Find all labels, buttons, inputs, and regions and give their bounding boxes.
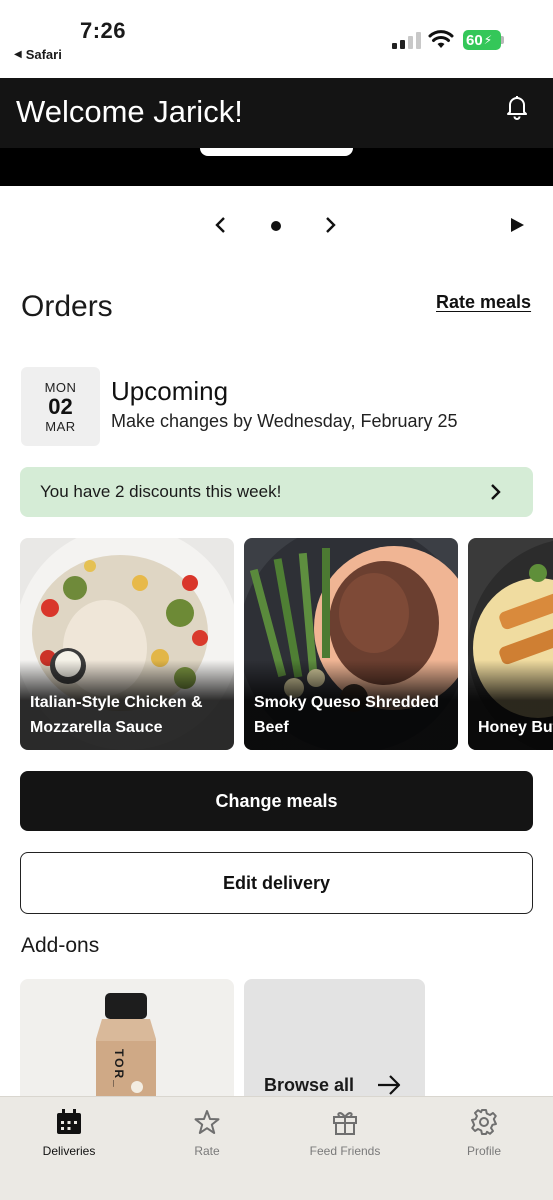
browse-all-card[interactable]: Browse all bbox=[244, 979, 425, 1099]
meal-name: Honey Butter Breast bbox=[478, 719, 553, 736]
delivery-date-card: MON 02 MAR bbox=[21, 367, 100, 446]
tab-profile[interactable]: Profile bbox=[415, 1097, 553, 1200]
play-icon bbox=[511, 218, 524, 232]
meal-card[interactable]: Honey Butter Breast bbox=[468, 538, 553, 750]
app-header: Welcome Jarick! bbox=[0, 78, 553, 148]
tab-feed-friends[interactable]: Feed Friends bbox=[276, 1097, 414, 1200]
order-deadline-text: Make changes by Wednesday, February 25 bbox=[111, 411, 458, 431]
chevron-left-icon bbox=[215, 217, 225, 233]
tab-label: Deliveries bbox=[42, 1144, 96, 1158]
tab-label: Rate bbox=[194, 1144, 220, 1158]
rate-meals-link[interactable]: Rate meals bbox=[436, 292, 531, 313]
carousel-next-button[interactable] bbox=[310, 205, 350, 245]
star-icon bbox=[194, 1110, 220, 1134]
edit-delivery-button[interactable]: Edit delivery bbox=[20, 852, 533, 914]
chevron-right-icon bbox=[326, 217, 336, 233]
battery-level: 60 bbox=[466, 31, 483, 49]
tab-label: Profile bbox=[466, 1144, 501, 1158]
hero-banner-pill bbox=[200, 148, 353, 156]
addon-bottle-label: TOR_ bbox=[112, 1049, 126, 1089]
welcome-title: Welcome Jarick! bbox=[16, 94, 243, 129]
tab-deliveries[interactable]: Deliveries bbox=[0, 1097, 138, 1200]
gift-icon bbox=[333, 1112, 357, 1135]
battery-tip bbox=[501, 36, 504, 44]
addon-card[interactable]: TOR_ bbox=[20, 979, 234, 1099]
meal-name: Italian-Style Chicken & Mozzarella Sauce bbox=[30, 694, 203, 736]
delivery-month: MAR bbox=[45, 418, 76, 434]
meal-card[interactable]: Smoky Queso Shredded Beef bbox=[244, 538, 458, 750]
bell-icon[interactable] bbox=[503, 93, 531, 121]
orders-title: Orders bbox=[21, 290, 113, 323]
gear-icon bbox=[471, 1109, 497, 1135]
wifi-icon bbox=[428, 30, 454, 48]
meal-carousel[interactable]: Italian-Style Chicken & Mozzarella Sauce… bbox=[0, 538, 553, 750]
meal-card[interactable]: Italian-Style Chicken & Mozzarella Sauce bbox=[20, 538, 234, 750]
charging-bolt-icon: ⚡ bbox=[483, 33, 493, 47]
back-to-app-link[interactable]: ◀ Safari bbox=[14, 47, 62, 62]
status-bar: 7:26 ◀ Safari 60 ⚡ bbox=[0, 0, 553, 78]
discount-text: You have 2 discounts this week! bbox=[40, 482, 282, 501]
order-status-title: Upcoming bbox=[111, 376, 229, 406]
status-time: 7:26 bbox=[80, 18, 127, 43]
back-triangle-icon: ◀ bbox=[14, 49, 22, 60]
browse-all-label: Browse all bbox=[264, 1075, 355, 1095]
chevron-right-icon bbox=[491, 484, 501, 500]
carousel-prev-button[interactable] bbox=[201, 205, 241, 245]
meal-name: Smoky Queso Shredded Beef bbox=[254, 694, 439, 736]
carousel-dot[interactable] bbox=[271, 221, 281, 231]
addons-title: Add-ons bbox=[21, 934, 100, 957]
bottom-tab-bar: Deliveries Rate Feed Friends Profile bbox=[0, 1096, 553, 1200]
arrow-right-icon bbox=[378, 1075, 401, 1095]
discount-banner[interactable]: You have 2 discounts this week! bbox=[20, 467, 533, 517]
tab-rate[interactable]: Rate bbox=[138, 1097, 276, 1200]
calendar-icon bbox=[57, 1109, 81, 1134]
delivery-day: 02 bbox=[48, 393, 73, 419]
battery-indicator: 60 ⚡ bbox=[463, 30, 501, 50]
change-meals-button[interactable]: Change meals bbox=[20, 771, 533, 831]
delivery-day-of-week: MON bbox=[44, 379, 77, 395]
back-app-label: Safari bbox=[25, 47, 62, 62]
tab-label: Feed Friends bbox=[309, 1144, 381, 1158]
addon-bottle-image bbox=[96, 993, 156, 1099]
cellular-signal-icon bbox=[392, 31, 421, 49]
carousel-play-button[interactable] bbox=[497, 205, 537, 245]
